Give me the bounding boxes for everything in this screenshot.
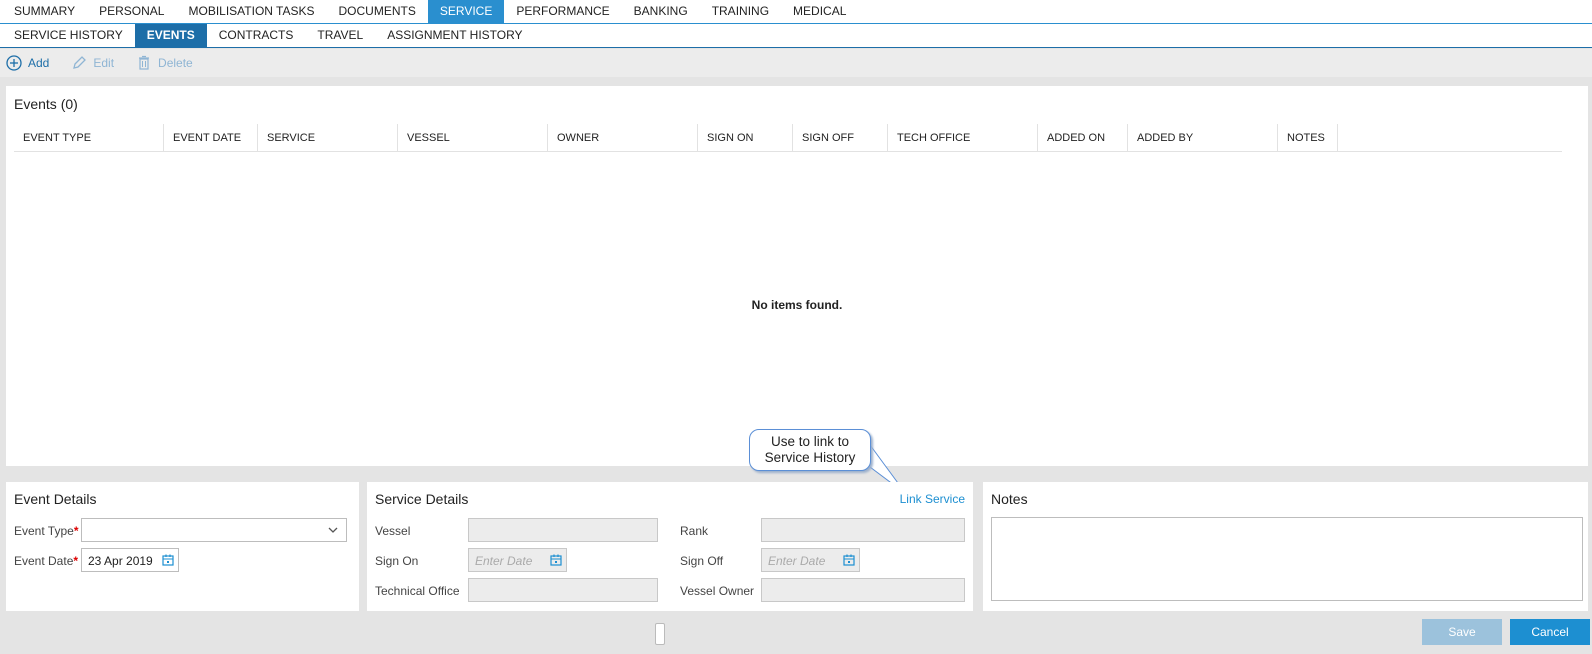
calendar-icon[interactable] <box>841 552 857 568</box>
event-details-title: Event Details <box>14 491 97 507</box>
callout-line-1: Use to link to <box>770 434 850 449</box>
subtab-assignment-history[interactable]: ASSIGNMENT HISTORY <box>375 24 534 47</box>
tab-documents[interactable]: DOCUMENTS <box>327 0 428 23</box>
vessel-field[interactable] <box>468 518 658 542</box>
callout-line-2: Service History <box>764 450 856 465</box>
link-service-link[interactable]: Link Service <box>900 492 965 506</box>
sign-off-date-input[interactable]: Enter Date <box>761 548 860 572</box>
toolbar: Add Edit Delete <box>0 49 1592 77</box>
sign-on-label: Sign On <box>375 554 419 568</box>
column-header-added-on[interactable]: ADDED ON <box>1038 124 1128 152</box>
event-date-input[interactable]: 23 Apr 2019 <box>81 548 179 572</box>
column-header-added-by[interactable]: ADDED BY <box>1128 124 1278 152</box>
save-button[interactable]: Save <box>1422 619 1502 645</box>
vessel-owner-label: Vessel Owner <box>680 584 755 598</box>
column-header-sign-off[interactable]: SIGN OFF <box>793 124 888 152</box>
required-marker: * <box>73 524 79 538</box>
add-button-label: Add <box>28 56 50 70</box>
event-type-label-text: Event Type <box>14 524 74 538</box>
pencil-icon <box>71 55 87 71</box>
rank-field[interactable] <box>761 518 965 542</box>
tab-performance[interactable]: PERFORMANCE <box>504 0 621 23</box>
column-header-notes[interactable]: NOTES <box>1278 124 1338 152</box>
tab-training[interactable]: TRAINING <box>700 0 781 23</box>
column-header-event-date[interactable]: EVENT DATE <box>164 124 258 152</box>
delete-button[interactable]: Delete <box>136 55 193 71</box>
event-type-select[interactable] <box>81 518 347 542</box>
event-type-label: Event Type* <box>14 524 79 538</box>
service-details-title: Service Details <box>375 491 469 507</box>
edit-button-label: Edit <box>93 56 115 70</box>
sign-on-date-input[interactable]: Enter Date <box>468 548 567 572</box>
main-tab-bar: SUMMARY PERSONAL MOBILISATION TASKS DOCU… <box>0 0 1592 24</box>
tab-banking[interactable]: BANKING <box>622 0 700 23</box>
column-header-owner[interactable]: OWNER <box>548 124 698 152</box>
notes-title: Notes <box>991 491 1028 507</box>
edit-button[interactable]: Edit <box>71 55 114 71</box>
service-details-panel: Service Details Link Service Vessel Rank… <box>367 482 973 611</box>
tab-medical[interactable]: MEDICAL <box>781 0 858 23</box>
event-date-label: Event Date* <box>14 554 78 568</box>
column-header-tech-office[interactable]: TECH OFFICE <box>888 124 1038 152</box>
notes-textarea[interactable] <box>991 517 1583 601</box>
vessel-label: Vessel <box>375 524 411 538</box>
column-header-vessel[interactable]: VESSEL <box>398 124 548 152</box>
sign-on-placeholder: Enter Date <box>475 554 533 568</box>
subtab-contracts[interactable]: CONTRACTS <box>207 24 306 47</box>
subtab-events[interactable]: EVENTS <box>134 24 207 47</box>
event-date-label-text: Event Date <box>14 554 74 568</box>
events-title: Events (0) <box>14 96 78 112</box>
empty-message: No items found. <box>751 298 843 312</box>
sub-tab-bar: SERVICE HISTORY EVENTS CONTRACTS TRAVEL … <box>0 24 1592 48</box>
subtab-travel[interactable]: TRAVEL <box>305 24 375 47</box>
add-button[interactable]: Add <box>6 55 49 71</box>
column-header-service[interactable]: SERVICE <box>258 124 398 152</box>
required-marker: * <box>73 554 79 568</box>
vessel-owner-field[interactable] <box>761 578 965 602</box>
column-header-event-type[interactable]: EVENT TYPE <box>14 124 164 152</box>
technical-office-label: Technical Office <box>375 584 460 598</box>
events-grid-header: EVENT TYPE EVENT DATE SERVICE VESSEL OWN… <box>14 124 1562 152</box>
sign-off-placeholder: Enter Date <box>768 554 826 568</box>
rank-label: Rank <box>680 524 709 538</box>
subtab-service-history[interactable]: SERVICE HISTORY <box>2 24 135 47</box>
event-date-value: 23 Apr 2019 <box>88 554 153 568</box>
chevron-down-icon <box>328 527 338 533</box>
tab-personal[interactable]: PERSONAL <box>87 0 176 23</box>
tab-mobilisation-tasks[interactable]: MOBILISATION TASKS <box>176 0 326 23</box>
events-panel: Events (0) EVENT TYPE EVENT DATE SERVICE… <box>6 86 1588 466</box>
add-circle-icon <box>6 55 22 71</box>
sign-off-label: Sign Off <box>680 554 724 568</box>
tab-service[interactable]: SERVICE <box>427 0 505 23</box>
trash-icon <box>136 55 152 71</box>
calendar-icon[interactable] <box>548 552 564 568</box>
technical-office-field[interactable] <box>468 578 658 602</box>
notes-panel: Notes <box>983 482 1588 611</box>
event-details-panel: Event Details Event Type* Event Date* 23… <box>6 482 359 611</box>
tab-summary[interactable]: SUMMARY <box>2 0 87 23</box>
callout-tooltip: Use to link to Service History <box>749 429 871 471</box>
calendar-icon[interactable] <box>160 552 176 568</box>
delete-button-label: Delete <box>158 56 193 70</box>
cancel-button[interactable]: Cancel <box>1510 619 1590 645</box>
scroll-handle[interactable] <box>655 623 665 645</box>
column-header-sign-on[interactable]: SIGN ON <box>698 124 793 152</box>
